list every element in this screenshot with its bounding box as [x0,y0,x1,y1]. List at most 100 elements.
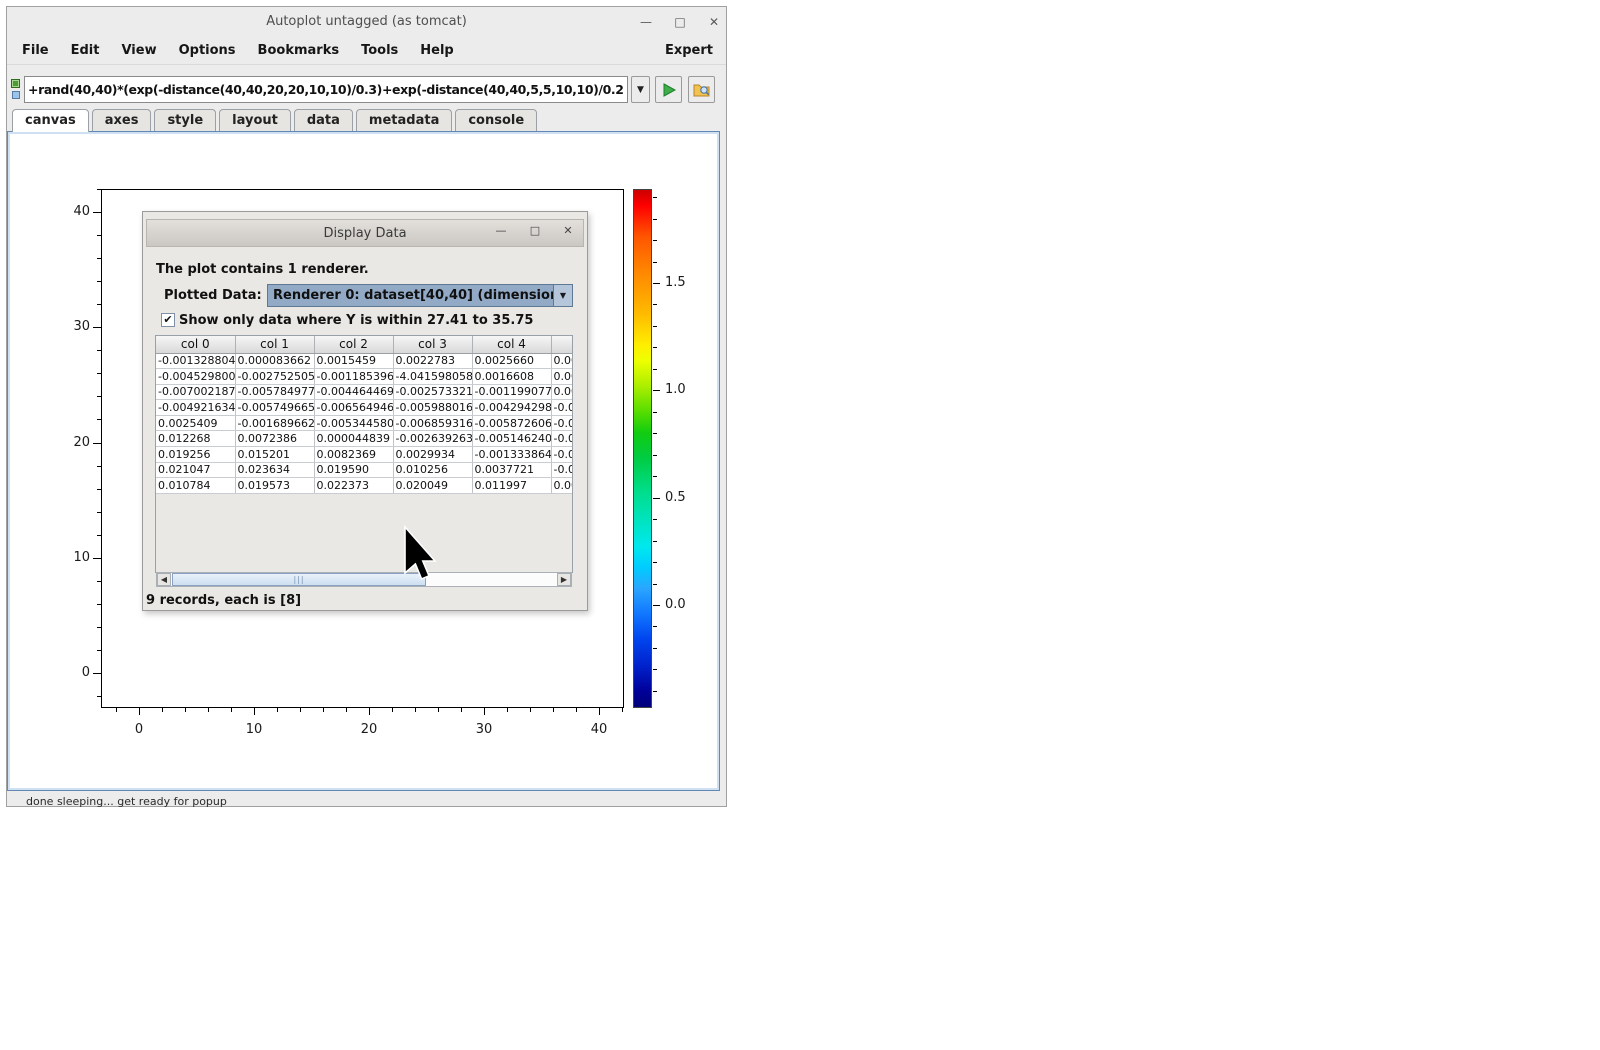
colorbar[interactable] [633,189,652,708]
plot-canvas[interactable]: 0102030400102030400.00.51.01.5 Display D… [7,131,720,791]
table-cell[interactable]: -0.005344580... [314,415,393,431]
dialog-close-icon[interactable]: ✕ [559,224,577,240]
combo-chevron-down-icon[interactable]: ▼ [553,285,572,306]
tab-data[interactable]: data [294,109,353,131]
close-icon[interactable]: ✕ [705,13,723,31]
table-cell[interactable]: 0.019256 [156,447,235,463]
table-cell[interactable]: -0.0 [551,415,573,431]
table-cell[interactable]: -0.001185396... [314,369,393,385]
table-cell[interactable]: 0.023634 [235,462,314,478]
scrollbar-thumb[interactable]: ||| [172,573,426,586]
table-cell[interactable]: -0.006564946... [314,400,393,416]
table-cell[interactable]: 0.010784 [156,478,235,494]
table-header-cell[interactable]: col 1 [235,336,314,353]
filter-checkbox[interactable]: ✔ [161,313,175,327]
dialog-title-bar[interactable]: Display Data [146,219,584,247]
table-row[interactable]: -0.007002187...-0.005784977...-0.0044644… [156,384,573,400]
table-cell[interactable]: -0.001333864... [472,447,551,463]
table-header-cell[interactable]: col 2 [314,336,393,353]
browse-button[interactable] [688,76,715,103]
table-cell[interactable]: 0.000083662 [235,353,314,369]
table-cell[interactable]: 0.000044839 [314,431,393,447]
table-cell[interactable]: 0.019590 [314,462,393,478]
filter-checkbox-label[interactable]: Show only data where Y is within 27.41 t… [179,313,533,328]
table-cell[interactable]: -0.005784977... [235,384,314,400]
table-cell[interactable]: -0.004464469... [314,384,393,400]
dialog-minimize-icon[interactable]: — [492,224,510,240]
table-cell[interactable]: 0.0025409 [156,415,235,431]
plotted-data-combobox[interactable]: Renderer 0: dataset[40,40] (dimension...… [267,284,573,307]
uri-input[interactable] [24,76,628,103]
table-row[interactable]: 0.0210470.0236340.0195900.0102560.003772… [156,462,573,478]
table-cell[interactable]: -0.005146240... [472,431,551,447]
table-header-cell[interactable]: col 0 [156,336,235,353]
table-cell[interactable]: 0.0037721 [472,462,551,478]
table-cell[interactable]: -0.002639263... [393,431,472,447]
table-row[interactable]: -0.001328804...0.0000836620.00154590.002… [156,353,573,369]
table-cell[interactable]: -0.0 [551,462,573,478]
menu-item-tools[interactable]: Tools [350,39,409,62]
scroll-right-arrow-icon[interactable]: ▶ [557,573,571,586]
table-cell[interactable]: 0.011997 [472,478,551,494]
dialog-maximize-icon[interactable]: □ [526,224,544,240]
table-cell[interactable]: -0.002752505... [235,369,314,385]
table-cell[interactable]: -0.005988016... [393,400,472,416]
table-cell[interactable]: -0.001689662... [235,415,314,431]
table-cell[interactable]: -0.0 [551,400,573,416]
table-cell[interactable]: 0.0029934 [393,447,472,463]
table-cell[interactable]: 0.00 [551,384,573,400]
tab-canvas[interactable]: canvas [12,109,89,132]
menu-item-view[interactable]: View [110,39,167,62]
table-cell[interactable]: 0.020049 [393,478,472,494]
table-cell[interactable]: -0.002573321... [393,384,472,400]
table-header-cell[interactable]: col 4 [472,336,551,353]
table-row[interactable]: 0.0107840.0195730.0223730.0200490.011997… [156,478,573,494]
table-cell[interactable]: -0.004921634... [156,400,235,416]
table-cell[interactable]: -0.005749665... [235,400,314,416]
tab-axes[interactable]: axes [92,109,152,131]
table-row[interactable]: 0.0122680.00723860.000044839-0.002639263… [156,431,573,447]
table-cell[interactable]: 0.022373 [314,478,393,494]
table-cell[interactable]: -4.041598058... [393,369,472,385]
tab-layout[interactable]: layout [219,109,291,131]
table-cell[interactable]: 0.015201 [235,447,314,463]
table-cell[interactable]: 0.019573 [235,478,314,494]
table-cell[interactable]: -0.001199077... [472,384,551,400]
menu-item-help[interactable]: Help [409,39,464,62]
tab-style[interactable]: style [154,109,216,131]
table-row[interactable]: -0.004529800...-0.002752505...-0.0011853… [156,369,573,385]
table-cell[interactable]: -0.005872606... [472,415,551,431]
scrollbar-track[interactable]: ||| [171,573,557,586]
scroll-left-arrow-icon[interactable]: ◀ [157,573,171,586]
table-cell[interactable]: 0.0082369 [314,447,393,463]
minimize-icon[interactable]: — [637,13,655,31]
menu-item-bookmarks[interactable]: Bookmarks [247,39,351,62]
title-bar[interactable]: Autoplot untagged (as tomcat) — □ ✕ [7,7,726,37]
table-cell[interactable]: 0.021047 [156,462,235,478]
table-cell[interactable]: -0.004294298... [472,400,551,416]
table-cell[interactable]: 0.0015459 [314,353,393,369]
tab-console[interactable]: console [455,109,537,131]
maximize-icon[interactable]: □ [671,13,689,31]
play-button[interactable] [655,76,682,103]
table-cell[interactable]: -0.007002187... [156,384,235,400]
table-header-cell[interactable]: col 3 [393,336,472,353]
table-cell[interactable]: 0.0022783 [393,353,472,369]
menu-item-options[interactable]: Options [168,39,247,62]
table-cell[interactable]: -0.0 [551,447,573,463]
table-row[interactable]: 0.0025409-0.001689662...-0.005344580... -… [156,415,573,431]
horizontal-scrollbar[interactable]: ◀ ||| ▶ [156,572,572,587]
table-row[interactable]: -0.004921634...-0.005749665...-0.0065649… [156,400,573,416]
menu-item-edit[interactable]: Edit [60,39,111,62]
menu-item-file[interactable]: File [11,39,60,62]
uri-dropdown-button[interactable]: ▼ [631,76,650,103]
table-cell[interactable]: -0.004529800... [156,369,235,385]
table-cell[interactable]: 0.0016608 [472,369,551,385]
table-cell[interactable]: 0.00 [551,478,573,494]
menu-expert-toggle[interactable]: Expert [665,43,726,58]
table-cell[interactable]: 0.00 [551,369,573,385]
table-row[interactable]: 0.0192560.0152010.00823690.0029934-0.001… [156,447,573,463]
table-cell[interactable]: 0.012268 [156,431,235,447]
tab-metadata[interactable]: metadata [356,109,452,131]
table-cell[interactable]: 0.00 [551,353,573,369]
